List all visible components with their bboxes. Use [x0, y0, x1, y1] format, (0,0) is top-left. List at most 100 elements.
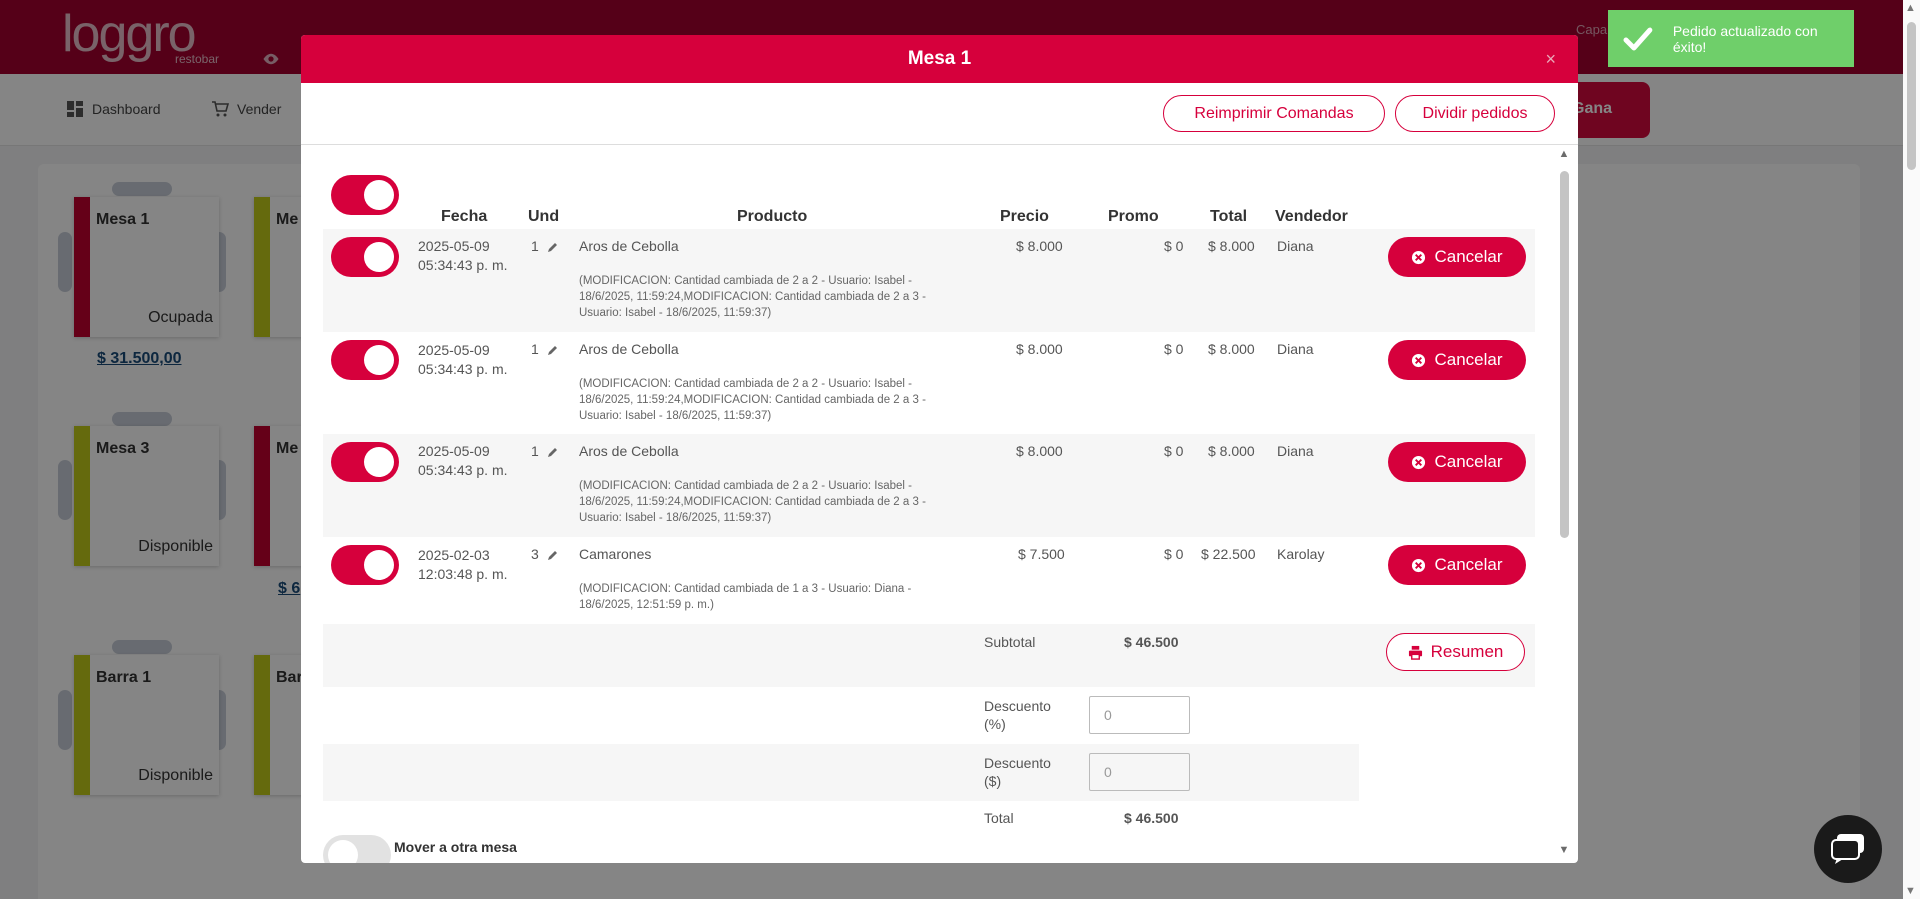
page-scroll-thumb[interactable] — [1907, 22, 1916, 170]
row-und: 1 — [531, 341, 539, 357]
row-product: Aros de Cebolla — [579, 238, 679, 254]
row-total: $ 22.500 — [1201, 546, 1256, 562]
discount-percent-label-2: (%) — [984, 716, 1006, 732]
modal-title: Mesa 1 — [907, 48, 972, 69]
modal-header: Mesa 1 × — [301, 35, 1578, 83]
cancel-button[interactable]: Cancelar — [1388, 442, 1526, 482]
modal-scroll-thumb[interactable] — [1560, 171, 1569, 538]
col-precio: Precio — [1000, 208, 1049, 225]
cancel-label: Cancelar — [1434, 555, 1503, 574]
col-producto: Producto — [737, 208, 808, 225]
x-circle-icon — [1412, 353, 1426, 367]
row-product: Aros de Cebolla — [579, 443, 679, 459]
page-scroll-down-icon[interactable]: ▼ — [1905, 885, 1916, 897]
order-modal: Mesa 1 × Reimprimir Comandas Dividir ped… — [301, 35, 1578, 863]
printer-icon — [1408, 645, 1422, 660]
check-icon — [1623, 27, 1653, 50]
row-promo: $ 0 — [1164, 238, 1184, 254]
page-scroll-up-icon[interactable]: ▲ — [1905, 2, 1916, 14]
row-toggle[interactable] — [331, 340, 399, 380]
col-total: Total — [1210, 208, 1248, 225]
pencil-icon[interactable] — [547, 344, 559, 356]
cancel-button[interactable]: Cancelar — [1388, 237, 1526, 277]
row-toggle[interactable] — [331, 545, 399, 585]
x-circle-icon — [1412, 250, 1426, 264]
row-total: $ 8.000 — [1208, 238, 1255, 254]
page-scrollbar[interactable]: ▲ ▼ — [1903, 0, 1920, 899]
discount-percent-input[interactable]: 0 — [1089, 696, 1190, 734]
row-promo: $ 0 — [1164, 443, 1184, 459]
row-date-time: 12:03:48 p. m. — [418, 566, 508, 582]
reprint-orders-button[interactable]: Reimprimir Comandas — [1163, 95, 1385, 132]
row-date-day: 2025-05-09 — [418, 443, 490, 459]
row-price: $ 8.000 — [1016, 238, 1063, 254]
x-circle-icon — [1412, 455, 1426, 469]
table-row: 2025-05-09 05:34:43 p. m. 1 Aros de Cebol… — [323, 434, 1535, 537]
resumen-label: Resumen — [1430, 642, 1504, 661]
cancel-label: Cancelar — [1434, 350, 1503, 369]
discount-amount-label: Descuento ($) — [984, 754, 1051, 790]
subtotal-row: Subtotal $ 46.500 Resumen — [323, 624, 1535, 687]
subtotal-label: Subtotal — [984, 634, 1036, 650]
row-seller: Karolay — [1277, 546, 1325, 562]
close-icon[interactable]: × — [1545, 49, 1556, 70]
split-orders-button[interactable]: Dividir pedidos — [1395, 95, 1555, 132]
row-total: $ 8.000 — [1208, 341, 1255, 357]
cancel-button[interactable]: Cancelar — [1388, 340, 1526, 380]
total-value: $ 46.500 — [1124, 810, 1179, 826]
col-und: Und — [528, 208, 560, 225]
row-seller: Diana — [1277, 341, 1314, 357]
row-date: 2025-05-09 05:34:43 p. m. — [418, 237, 508, 275]
row-promo: $ 0 — [1164, 341, 1184, 357]
row-date-day: 2025-05-09 — [418, 238, 490, 254]
row-date: 2025-05-09 05:34:43 p. m. — [418, 442, 508, 480]
discount-percent-row: Descuento (%) 0 — [323, 687, 1535, 744]
success-toast[interactable]: Pedido actualizado con éxito! — [1608, 10, 1854, 67]
move-table-toggle[interactable] — [323, 835, 391, 863]
discount-percent-label-1: Descuento — [984, 698, 1051, 714]
row-product: Camarones — [579, 546, 652, 562]
table-row: 2025-02-03 12:03:48 p. m. 3 Camarones (MO… — [323, 537, 1535, 624]
col-vendedor: Vendedor — [1275, 208, 1348, 225]
row-price: $ 7.500 — [1018, 546, 1065, 562]
select-all-toggle[interactable] — [331, 175, 399, 215]
cancel-button[interactable]: Cancelar — [1388, 545, 1526, 585]
row-seller: Diana — [1277, 443, 1314, 459]
cancel-label: Cancelar — [1434, 247, 1503, 266]
row-date: 2025-05-09 05:34:43 p. m. — [418, 341, 508, 379]
pencil-icon[interactable] — [547, 446, 559, 458]
row-toggle[interactable] — [331, 237, 399, 277]
discount-percent-label: Descuento (%) — [984, 697, 1051, 733]
discount-amount-label-1: Descuento — [984, 755, 1051, 771]
total-label: Total — [984, 810, 1014, 826]
row-price: $ 8.000 — [1016, 443, 1063, 459]
row-date-time: 05:34:43 p. m. — [418, 462, 508, 478]
toast-message: Pedido actualizado con éxito! — [1672, 22, 1818, 55]
row-note: (MODIFICACION: Cantidad cambiada de 1 a … — [579, 583, 912, 611]
discount-amount-label-2: ($) — [984, 773, 1002, 789]
chat-icon — [1831, 834, 1864, 864]
row-und: 1 — [531, 443, 539, 459]
pencil-icon[interactable] — [547, 241, 559, 253]
scroll-up-icon[interactable]: ▲ — [1558, 149, 1570, 160]
pencil-icon[interactable] — [547, 549, 559, 561]
modal-scrollbar[interactable]: ▲ ▼ — [1558, 149, 1570, 856]
row-note: (MODIFICACION: Cantidad cambiada de 2 a … — [579, 275, 926, 319]
resumen-button[interactable]: Resumen — [1386, 633, 1525, 671]
row-date-day: 2025-02-03 — [418, 547, 490, 563]
row-date: 2025-02-03 12:03:48 p. m. — [418, 546, 508, 584]
row-date-time: 05:34:43 p. m. — [418, 361, 508, 377]
scroll-down-icon[interactable]: ▼ — [1558, 845, 1570, 856]
move-table-label: Mover a otra mesa — [394, 839, 517, 855]
cancel-label: Cancelar — [1434, 452, 1503, 471]
chat-button[interactable] — [1814, 815, 1882, 883]
row-note: (MODIFICACION: Cantidad cambiada de 2 a … — [579, 480, 926, 524]
col-promo: Promo — [1108, 208, 1159, 225]
x-circle-icon — [1412, 558, 1426, 572]
row-product: Aros de Cebolla — [579, 341, 679, 357]
col-fecha: Fecha — [441, 208, 488, 225]
modal-body: Fecha Und Producto Precio Promo Total Ve… — [301, 145, 1578, 863]
subtotal-value: $ 46.500 — [1124, 634, 1179, 650]
discount-amount-input[interactable]: 0 — [1089, 753, 1190, 791]
row-toggle[interactable] — [331, 442, 399, 482]
